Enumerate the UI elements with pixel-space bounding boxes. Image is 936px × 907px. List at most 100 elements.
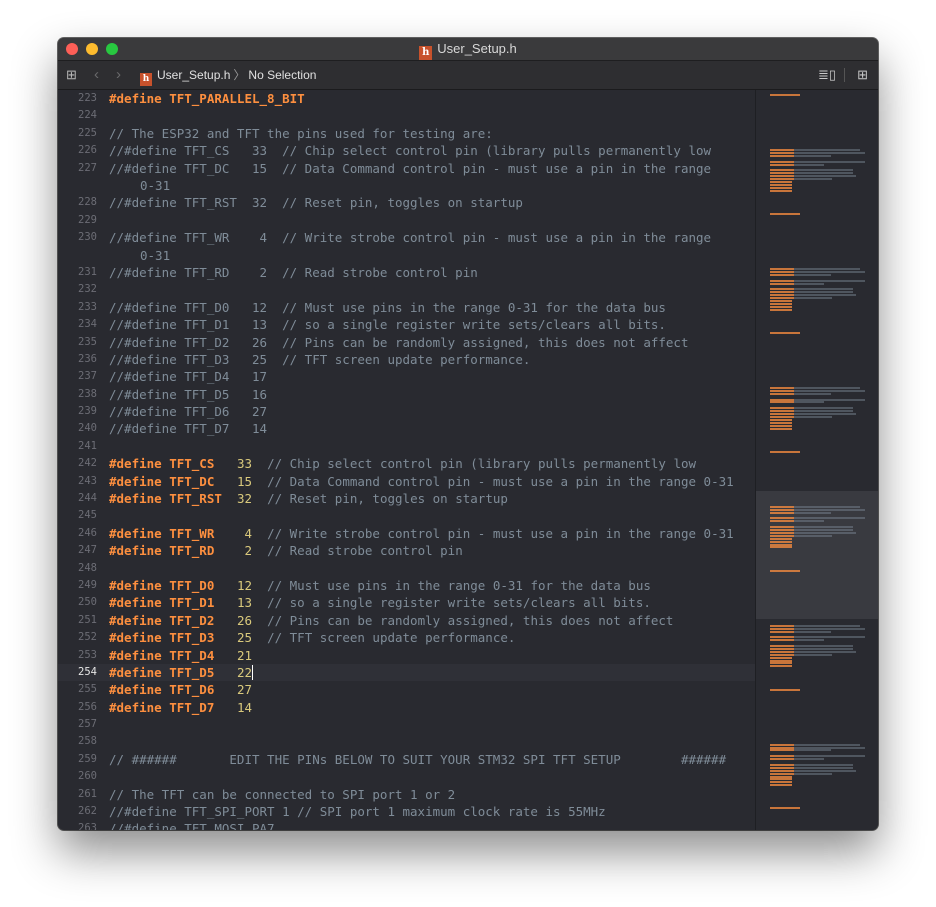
- code-line[interactable]: 242 #define TFT_CS 33 // Chip select cont…: [58, 455, 755, 472]
- editor-lines-icon[interactable]: ≣▯: [818, 61, 836, 89]
- code-line[interactable]: 247 #define TFT_RD 2 // Read strobe contr…: [58, 542, 755, 559]
- code-line[interactable]: 231 //#define TFT_RD 2 // Read strobe con…: [58, 264, 755, 281]
- code-line[interactable]: 252 #define TFT_D3 25 // TFT screen updat…: [58, 629, 755, 646]
- code-line[interactable]: 263 //#define TFT_MOSI PA7: [58, 820, 755, 830]
- code-text[interactable]: #define TFT_D4 21: [109, 647, 252, 664]
- code-line[interactable]: 244 #define TFT_RST 32 // Reset pin, togg…: [58, 490, 755, 507]
- code-text[interactable]: #define TFT_D1 13 // so a single registe…: [109, 594, 651, 611]
- code-text[interactable]: // ###### EDIT THE PINs BELOW TO SUIT YO…: [109, 751, 726, 768]
- code-line[interactable]: 235 //#define TFT_D2 26 // Pins can be ra…: [58, 334, 755, 351]
- code-line[interactable]: 256 #define TFT_D7 14: [58, 699, 755, 716]
- minimap-line: [770, 662, 792, 665]
- breadcrumb-file[interactable]: User_Setup.h: [157, 68, 230, 82]
- code-text[interactable]: #define TFT_D0 12 // Must use pins in th…: [109, 577, 651, 594]
- minimap-comment: [794, 772, 833, 775]
- code-line[interactable]: 230 //#define TFT_WR 4 // Write strobe co…: [58, 229, 755, 264]
- breadcrumb[interactable]: h User_Setup.h 〉 No Selection: [140, 61, 316, 89]
- code-text[interactable]: #define TFT_D7 14: [109, 699, 252, 716]
- minimap-line: [770, 297, 795, 299]
- code-line[interactable]: 241: [58, 438, 755, 455]
- breadcrumb-selection[interactable]: No Selection: [248, 68, 316, 82]
- add-editor-icon[interactable]: ⊞: [857, 61, 868, 89]
- code-text[interactable]: #define TFT_RST 32 // Reset pin, toggles…: [109, 490, 508, 507]
- code-line[interactable]: 224: [58, 107, 755, 124]
- code-line[interactable]: 243 #define TFT_DC 15 // Data Command con…: [58, 473, 755, 490]
- code-line[interactable]: 260: [58, 768, 755, 785]
- code-line[interactable]: 258: [58, 733, 755, 750]
- code-text[interactable]: //#define TFT_RD 2 // Read strobe contro…: [109, 264, 478, 281]
- minimap-comment: [794, 758, 825, 761]
- code-line[interactable]: 232: [58, 281, 755, 298]
- code-line[interactable]: 257: [58, 716, 755, 733]
- code-line[interactable]: 233 //#define TFT_D0 12 // Must use pins …: [58, 299, 755, 316]
- code-line[interactable]: 261 // The TFT can be connected to SPI po…: [58, 786, 755, 803]
- code-line[interactable]: 238 //#define TFT_D5 16: [58, 386, 755, 403]
- code-text[interactable]: //#define TFT_DC 15 // Data Command cont…: [109, 160, 711, 177]
- code-line[interactable]: 226 //#define TFT_CS 33 // Chip select co…: [58, 142, 755, 159]
- minimap-line: [770, 291, 795, 294]
- chevron-right-icon[interactable]: ›: [116, 61, 121, 89]
- minimap-line: [770, 152, 795, 154]
- code-text[interactable]: // The ESP32 and TFT the pins used for t…: [109, 125, 493, 142]
- code-text[interactable]: // The TFT can be connected to SPI port …: [109, 786, 455, 803]
- code-text[interactable]: //#define TFT_RST 32 // Reset pin, toggl…: [109, 194, 523, 211]
- code-line[interactable]: 234 //#define TFT_D1 13 // so a single re…: [58, 316, 755, 333]
- chevron-left-icon[interactable]: ‹: [94, 61, 99, 89]
- code-text[interactable]: //#define TFT_D7 14: [109, 420, 267, 437]
- code-line[interactable]: 236 //#define TFT_D3 25 // TFT screen upd…: [58, 351, 755, 368]
- code-line[interactable]: 228 //#define TFT_RST 32 // Reset pin, to…: [58, 194, 755, 211]
- grid-icon[interactable]: ⊞: [66, 61, 77, 89]
- code-line[interactable]: 237 //#define TFT_D4 17: [58, 368, 755, 385]
- code-text[interactable]: //#define TFT_D6 27: [109, 403, 267, 420]
- code-line[interactable]: 259 // ###### EDIT THE PINs BELOW TO SUIT…: [58, 751, 755, 768]
- minimap-comment: [794, 746, 866, 749]
- code-text[interactable]: #define TFT_DC 15 // Data Command contro…: [109, 473, 734, 490]
- code-line[interactable]: 255 #define TFT_D6 27: [58, 681, 755, 698]
- code-line[interactable]: 227 //#define TFT_DC 15 // Data Command c…: [58, 160, 755, 195]
- code-line[interactable]: 239 //#define TFT_D6 27: [58, 403, 755, 420]
- wrapped-code-text[interactable]: 0-31: [140, 247, 170, 264]
- current-code-line[interactable]: 254 #define TFT_D5 22: [58, 663, 755, 682]
- code-text[interactable]: //#define TFT_D1 13 // so a single regis…: [109, 316, 666, 333]
- code-editor[interactable]: 223 #define TFT_PARALLEL_8_BIT 224 225 // Th…: [58, 90, 755, 830]
- code-line[interactable]: 225 // The ESP32 and TFT the pins used fo…: [58, 125, 755, 142]
- code-line[interactable]: 249 #define TFT_D0 12 // Must use pins in…: [58, 577, 755, 594]
- code-line[interactable]: 250 #define TFT_D1 13 // so a single regi…: [58, 594, 755, 611]
- code-line[interactable]: 223 #define TFT_PARALLEL_8_BIT: [58, 90, 755, 107]
- code-text[interactable]: //#define TFT_WR 4 // Write strobe contr…: [109, 229, 711, 246]
- code-text[interactable]: //#define TFT_CS 33 // Chip select contr…: [109, 142, 711, 159]
- minimap-comment: [794, 288, 853, 291]
- minimap-comment: [794, 389, 866, 392]
- code-text[interactable]: #define TFT_RD 2 // Read strobe control …: [109, 542, 463, 559]
- code-text[interactable]: //#define TFT_D4 17: [109, 368, 267, 385]
- code-text[interactable]: #define TFT_WR 4 // Write strobe control…: [109, 525, 734, 542]
- line-number: 262: [78, 805, 97, 818]
- minimap[interactable]: [755, 90, 878, 830]
- code-text[interactable]: #define TFT_CS 33 // Chip select control…: [109, 455, 696, 472]
- code-text[interactable]: //#define TFT_D0 12 // Must use pins in …: [109, 299, 666, 316]
- line-number: 237: [78, 370, 97, 383]
- code-line[interactable]: 251 #define TFT_D2 26 // Pins can be rand…: [58, 612, 755, 629]
- wrapped-code-text[interactable]: 0-31: [140, 177, 170, 194]
- code-line[interactable]: 262 //#define TFT_SPI_PORT 1 // SPI port …: [58, 803, 755, 820]
- code-text[interactable]: #define TFT_D3 25 // TFT screen update p…: [109, 629, 515, 646]
- code-text[interactable]: //#define TFT_MOSI PA7: [109, 820, 275, 830]
- code-text[interactable]: #define TFT_PARALLEL_8_BIT: [109, 90, 305, 107]
- code-text[interactable]: #define TFT_D2 26 // Pins can be randoml…: [109, 612, 673, 629]
- code-line[interactable]: 253 #define TFT_D4 21: [58, 647, 755, 664]
- code-text[interactable]: #define TFT_D5 22: [109, 664, 253, 681]
- code-text[interactable]: //#define TFT_D5 16: [109, 386, 267, 403]
- minimap-comment: [794, 178, 833, 181]
- code-text[interactable]: //#define TFT_D3 25 // TFT screen update…: [109, 351, 530, 368]
- code-line[interactable]: 248: [58, 560, 755, 577]
- code-text[interactable]: #define TFT_D6 27: [109, 681, 252, 698]
- code-text[interactable]: //#define TFT_SPI_PORT 1 // SPI port 1 m…: [109, 803, 606, 820]
- code-line[interactable]: 245: [58, 507, 755, 524]
- code-text[interactable]: //#define TFT_D2 26 // Pins can be rando…: [109, 334, 688, 351]
- code-line[interactable]: 246 #define TFT_WR 4 // Write strobe cont…: [58, 525, 755, 542]
- minimap-line: [770, 299, 792, 302]
- line-number: 255: [78, 683, 97, 696]
- code-line[interactable]: 229: [58, 212, 755, 229]
- minimap-line: [770, 659, 792, 662]
- code-line[interactable]: 240 //#define TFT_D7 14: [58, 420, 755, 437]
